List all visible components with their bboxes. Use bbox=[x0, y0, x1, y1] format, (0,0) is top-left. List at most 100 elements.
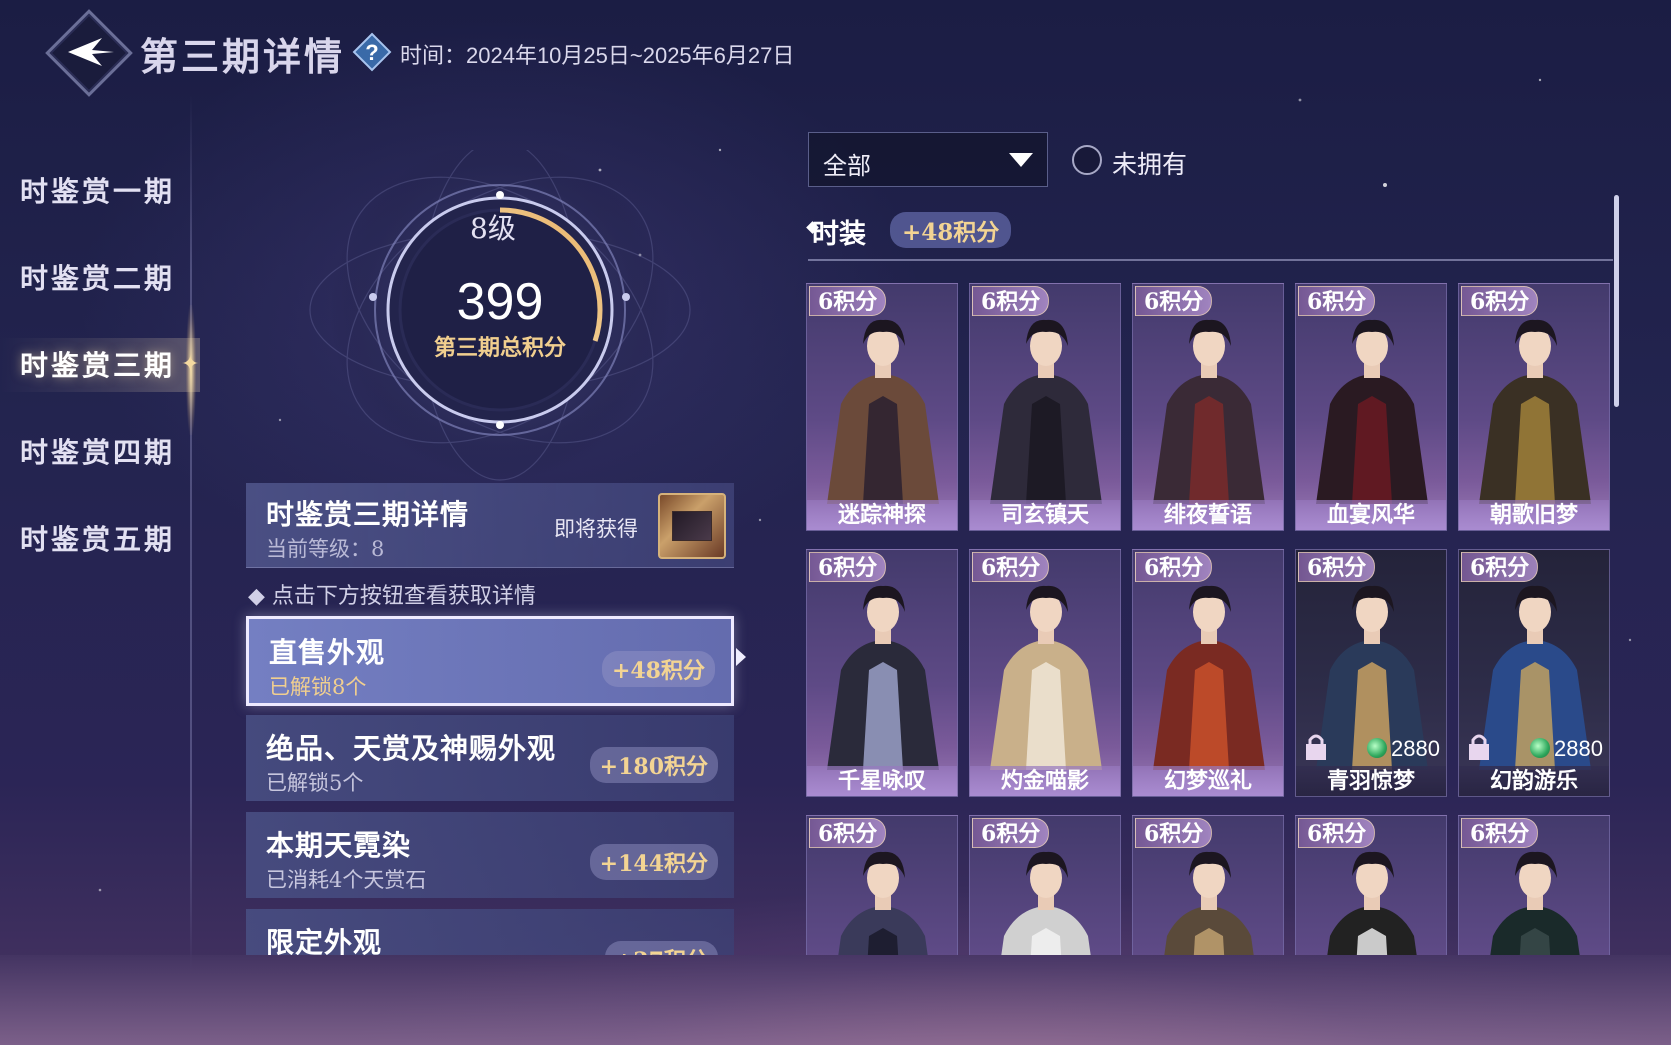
outfit-figure-image bbox=[1153, 319, 1265, 504]
total-score: 399 bbox=[456, 273, 544, 331]
bottom-glow bbox=[0, 955, 1671, 1045]
outfit-card[interactable]: 6积分血宴风华 bbox=[1295, 283, 1447, 531]
card-price-value: 2880 bbox=[1391, 736, 1440, 761]
card-points-badge: 6积分 bbox=[1135, 552, 1213, 582]
card-name: 灼金喵影 bbox=[970, 766, 1120, 796]
detail-title: 时鉴赏三期详情 bbox=[266, 498, 470, 531]
jade-currency-icon bbox=[1367, 738, 1388, 758]
card-name: 血宴风华 bbox=[1296, 500, 1446, 530]
jade-currency-icon bbox=[1530, 738, 1551, 758]
lock-icon bbox=[1306, 734, 1326, 760]
card-name: 司玄镇天 bbox=[970, 500, 1120, 530]
chevron-down-icon bbox=[1009, 153, 1033, 167]
action-premium-outfits[interactable]: 绝品、天赏及神赐外观 已解锁5个 +180积分 bbox=[246, 715, 734, 801]
current-level: 当前等级：8 bbox=[266, 537, 385, 561]
action-points: +48积分 bbox=[601, 651, 715, 687]
card-points-badge: 6积分 bbox=[1135, 286, 1213, 316]
card-name: 绯夜誓语 bbox=[1133, 500, 1283, 530]
action-points: +144积分 bbox=[589, 844, 718, 880]
outfit-figure-image bbox=[990, 585, 1102, 770]
sidebar-item-period-1[interactable]: 时鉴赏一期 bbox=[20, 170, 175, 210]
outfit-card[interactable]: 6积分 bbox=[1295, 815, 1447, 955]
period-detail-card[interactable]: 时鉴赏三期详情 当前等级：8 即将获得 bbox=[246, 483, 734, 568]
not-owned-label[interactable]: 未拥有 bbox=[1112, 145, 1187, 181]
card-points-badge: 6积分 bbox=[809, 818, 887, 848]
outfit-card[interactable]: 6积分 2880 青羽惊梦 bbox=[1295, 549, 1447, 797]
outfit-card[interactable]: 6积分 bbox=[1458, 815, 1610, 955]
outfit-card[interactable]: 6积分绯夜誓语 bbox=[1132, 283, 1284, 531]
selected-arrow-icon bbox=[736, 648, 746, 666]
outfit-figure-image bbox=[827, 585, 939, 770]
action-dye[interactable]: 本期天霓染 已消耗4个天赏石 +144积分 bbox=[246, 812, 734, 898]
card-name: 千星咏叹 bbox=[807, 766, 957, 796]
back-arrow-icon bbox=[68, 38, 114, 66]
outfit-card[interactable]: 6积分 bbox=[969, 815, 1121, 955]
upcoming-reward-label: 即将获得 bbox=[554, 517, 638, 541]
period-time-label: 时间：2024年10月25日~2025年6月27日 bbox=[400, 43, 795, 68]
card-points-badge: 6积分 bbox=[1135, 818, 1213, 848]
outfit-grid: 6积分 迷踪神探 6积分 司玄镇天 6积分 绯夜誓语 6积分 血宴风华 6积分 朝歌旧梦 6积分 千星… bbox=[806, 283, 1618, 955]
action-list: 直售外观 已解锁8个 +48积分 绝品、天赏及神赐外观 已解锁5个 +180积分… bbox=[230, 600, 750, 955]
svg-text:?: ? bbox=[365, 40, 378, 65]
card-points-badge: 6积分 bbox=[809, 286, 887, 316]
card-name: 迷踪神探 bbox=[807, 500, 957, 530]
outfit-card[interactable]: 6积分 灼金喵影 bbox=[969, 549, 1121, 797]
total-score-label: 第三期总积分 bbox=[433, 335, 566, 361]
action-points: +27积分 bbox=[604, 941, 718, 955]
sidebar-item-period-5[interactable]: 时鉴赏五期 bbox=[20, 518, 175, 558]
outfit-figure-image bbox=[990, 319, 1102, 504]
outfit-card[interactable]: 6积分朝歌旧梦 bbox=[1458, 283, 1610, 531]
action-points: +180积分 bbox=[589, 747, 718, 783]
card-points-badge: 6积分 bbox=[972, 286, 1050, 316]
action-title: 本期天霓染 bbox=[266, 829, 412, 862]
card-name: 幻梦巡礼 bbox=[1133, 766, 1283, 796]
card-name: 朝歌旧梦 bbox=[1459, 500, 1609, 530]
not-owned-radio[interactable] bbox=[1072, 145, 1102, 175]
card-points-badge: 6积分 bbox=[1298, 552, 1376, 582]
card-points-badge: 6积分 bbox=[1461, 286, 1539, 316]
card-points-badge: 6积分 bbox=[1298, 286, 1376, 316]
action-sub: 已解锁5个 bbox=[266, 771, 364, 795]
question-icon[interactable]: ? bbox=[352, 32, 392, 72]
outfit-card[interactable]: 6积分 bbox=[806, 815, 958, 955]
sidebar-item-period-4[interactable]: 时鉴赏四期 bbox=[20, 431, 175, 471]
section-title: 时装 bbox=[812, 219, 866, 250]
active-marker-icon: ✦ bbox=[181, 352, 200, 377]
outfit-card[interactable]: 6积分司玄镇天 bbox=[969, 283, 1121, 531]
card-price-value: 2880 bbox=[1554, 736, 1603, 761]
action-title: 限定外观 bbox=[266, 926, 383, 955]
card-name: 青羽惊梦 bbox=[1296, 766, 1446, 796]
category-dropdown[interactable]: 全部 bbox=[808, 132, 1048, 187]
outfit-figure-image bbox=[827, 319, 939, 504]
upcoming-reward-icon[interactable] bbox=[658, 493, 726, 559]
action-sub: 已消耗4个天赏石 bbox=[266, 868, 427, 892]
sidebar-divider bbox=[190, 95, 192, 975]
sidebar-item-period-2[interactable]: 时鉴赏二期 bbox=[20, 257, 175, 297]
outfit-figure-image bbox=[1479, 319, 1591, 504]
outfit-card[interactable]: 6积分千星咏叹 bbox=[806, 549, 958, 797]
action-sub: 已解锁8个 bbox=[269, 675, 367, 699]
section-divider bbox=[808, 259, 1613, 261]
category-selected: 全部 bbox=[823, 152, 871, 180]
outfit-card[interactable]: 6积分 2880 幻韵游乐 bbox=[1458, 549, 1610, 797]
level-label: 8级 bbox=[470, 212, 516, 245]
reward-frame-icon bbox=[672, 511, 712, 541]
outfit-figure-image bbox=[1153, 585, 1265, 770]
card-points-badge: 6积分 bbox=[972, 818, 1050, 848]
outfit-figure-image bbox=[1316, 319, 1428, 504]
outfit-card[interactable]: 6积分 bbox=[1132, 815, 1284, 955]
card-points-badge: 6积分 bbox=[1461, 552, 1539, 582]
card-price: 2880 bbox=[1367, 736, 1440, 762]
action-direct-sale[interactable]: 直售外观 已解锁8个 +48积分 bbox=[246, 616, 734, 706]
card-points-badge: 6积分 bbox=[809, 552, 887, 582]
action-title: 直售外观 bbox=[269, 636, 386, 669]
action-limited-outfits[interactable]: 限定外观 +27积分 bbox=[246, 909, 734, 955]
card-points-badge: 6积分 bbox=[1461, 818, 1539, 848]
lock-icon bbox=[1469, 734, 1489, 760]
card-name: 幻韵游乐 bbox=[1459, 766, 1609, 796]
outfit-card[interactable]: 6积分幻梦巡礼 bbox=[1132, 549, 1284, 797]
action-title: 绝品、天赏及神赐外观 bbox=[266, 732, 557, 765]
outfit-card[interactable]: 6积分迷踪神探 bbox=[806, 283, 958, 531]
sidebar-item-period-3[interactable]: 时鉴赏三期 bbox=[20, 344, 175, 384]
section-points: +48积分 bbox=[890, 212, 1012, 248]
